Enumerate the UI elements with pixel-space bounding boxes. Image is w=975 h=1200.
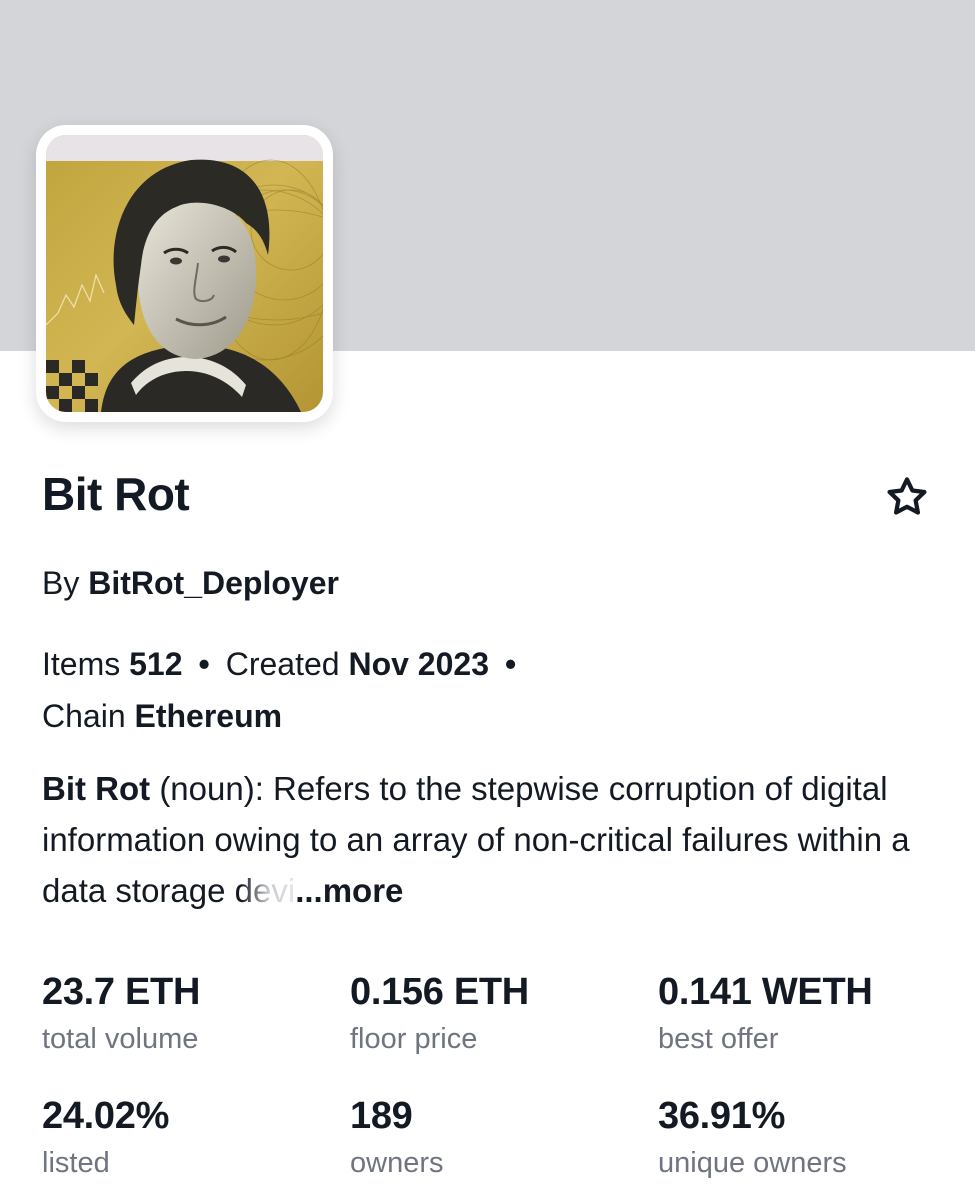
collection-title: Bit Rot [42,468,190,520]
collection-description: Bit Rot (noun): Refers to the stepwise c… [42,763,942,916]
stat-label: listed [42,1147,110,1179]
chain-value: Ethereum [134,698,283,734]
stat-value: 0.156 ETH [350,971,529,1013]
creator-link[interactable]: BitRot_Deployer [88,565,339,601]
read-more-link[interactable]: ...more [295,872,403,909]
items-value: 512 [129,646,183,682]
stat-best-offer: 0.141 WETH best offer [658,968,873,1059]
meta-separator: • [198,646,210,682]
stat-label: floor price [350,1023,478,1055]
collection-avatar-image [46,135,323,412]
stat-label: best offer [658,1023,779,1055]
stat-value: 36.91% [658,1095,786,1137]
meta-row-2: Chain Ethereum [42,690,942,742]
stat-owners: 189 owners [350,1092,444,1183]
description-term: Bit Rot [42,770,151,807]
description-faded-text: devi [234,872,296,909]
created-value: Nov 2023 [348,646,489,682]
chain-label: Chain [42,698,126,734]
favorite-button[interactable] [880,470,934,524]
description-text: (noun): Refers to the stepwise corruptio… [42,770,910,909]
stat-unique-owners: 36.91% unique owners [658,1092,847,1183]
by-prefix: By [42,565,80,601]
stat-value: 24.02% [42,1095,170,1137]
star-outline-icon [887,477,927,515]
meta-separator: • [504,646,517,682]
stat-value: 23.7 ETH [42,971,201,1013]
stat-listed: 24.02% listed [42,1092,169,1183]
meta-row-1: Items 512 • Created Nov 2023 • [42,638,942,690]
creator-line: By BitRot_Deployer [42,562,339,604]
stat-label: total volume [42,1023,199,1055]
collection-meta: Items 512 • Created Nov 2023 • Chain Ethere… [42,638,942,742]
items-label: Items [42,646,121,682]
stat-value: 0.141 WETH [658,971,873,1013]
created-label: Created [225,646,340,682]
stat-value: 189 [350,1095,413,1137]
stat-total-volume: 23.7 ETH total volume [42,968,200,1059]
stat-label: unique owners [658,1147,847,1179]
stat-label: owners [350,1147,444,1179]
collection-avatar[interactable] [36,125,333,422]
stat-floor-price: 0.156 ETH floor price [350,968,529,1059]
